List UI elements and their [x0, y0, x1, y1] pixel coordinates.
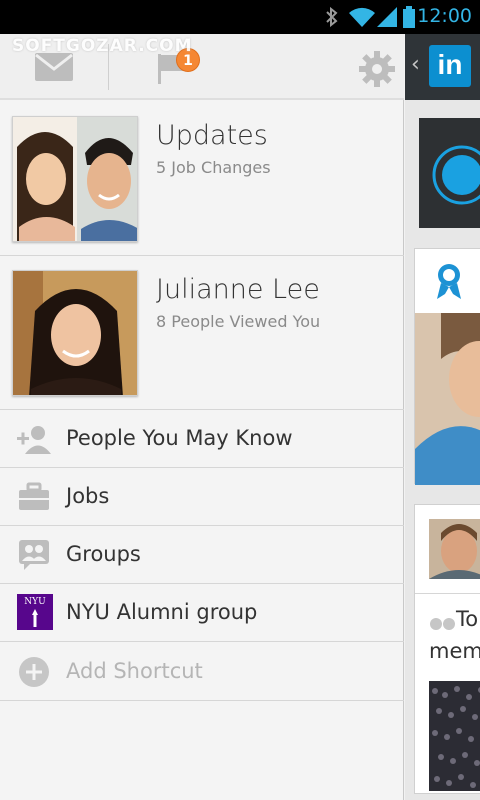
quote-icon: [430, 618, 455, 630]
profile-name: Julianne Lee: [156, 274, 320, 305]
feed-card-promo[interactable]: [419, 118, 480, 228]
navigation-drawer: 1 SOFTGOZAR.COM Updates 5 Job Changes Ju…: [0, 34, 404, 800]
updates-title: Updates: [156, 120, 268, 151]
profile-row[interactable]: Julianne Lee 8 People Viewed You: [0, 256, 404, 410]
mail-icon[interactable]: [34, 52, 74, 82]
menu-item-nyu-alumni-group[interactable]: NYU NYU Alumni group: [0, 584, 404, 642]
linkedin-logo[interactable]: in: [429, 45, 471, 87]
signal-icon: [377, 7, 397, 27]
watermark: SOFTGOZAR.COM: [12, 36, 193, 56]
add-circle-icon: [19, 657, 49, 687]
post-quote-line2: mem: [429, 639, 480, 663]
menu-item-groups[interactable]: Groups: [0, 526, 404, 584]
menu-label: Jobs: [66, 484, 110, 508]
torch-icon: [32, 609, 38, 627]
post-quote-start: To: [456, 607, 479, 631]
menu-label: Groups: [66, 542, 141, 566]
feed-card-image: [415, 264, 480, 485]
menu-label: NYU Alumni group: [66, 600, 258, 624]
settings-gear-icon[interactable]: [358, 50, 396, 88]
updates-people-image: [13, 117, 137, 241]
clock: 12:00: [417, 5, 472, 27]
briefcase-icon: [19, 482, 49, 510]
menu-item-add-shortcut[interactable]: Add Shortcut: [0, 643, 404, 701]
bluetooth-icon: [326, 6, 338, 28]
menu-item-people-you-may-know[interactable]: People You May Know: [0, 410, 404, 468]
menu-label: People You May Know: [66, 426, 293, 450]
post-author-avatar: [415, 519, 480, 594]
nyu-logo-icon: NYU: [17, 594, 53, 630]
updates-photo: [12, 116, 138, 242]
profile-subtitle: 8 People Viewed You: [156, 312, 321, 331]
menu-label: Add Shortcut: [66, 659, 203, 683]
feed-card-update[interactable]: [414, 248, 480, 485]
updates-subtitle: 5 Job Changes: [156, 158, 271, 177]
feed-preview[interactable]: ‹ in To mem: [405, 34, 480, 800]
menu-item-jobs[interactable]: Jobs: [0, 468, 404, 526]
drawer-header: 1 SOFTGOZAR.COM: [0, 34, 404, 100]
profile-photo: [12, 270, 138, 396]
wifi-icon: [349, 7, 375, 28]
app-bar: ‹ in: [405, 34, 480, 100]
nyu-logo-text: NYU: [24, 597, 46, 607]
battery-icon: [403, 6, 415, 28]
groups-icon: [19, 540, 49, 570]
post-crowd-image: [429, 681, 480, 791]
target-graphic: [432, 145, 480, 205]
add-person-icon: [17, 426, 51, 454]
updates-row[interactable]: Updates 5 Job Changes: [0, 102, 404, 256]
status-bar: 12:00: [0, 0, 480, 34]
avatar: [13, 271, 137, 395]
feed-card-post[interactable]: To mem: [414, 504, 480, 794]
chevron-left-icon[interactable]: ‹: [411, 52, 420, 77]
